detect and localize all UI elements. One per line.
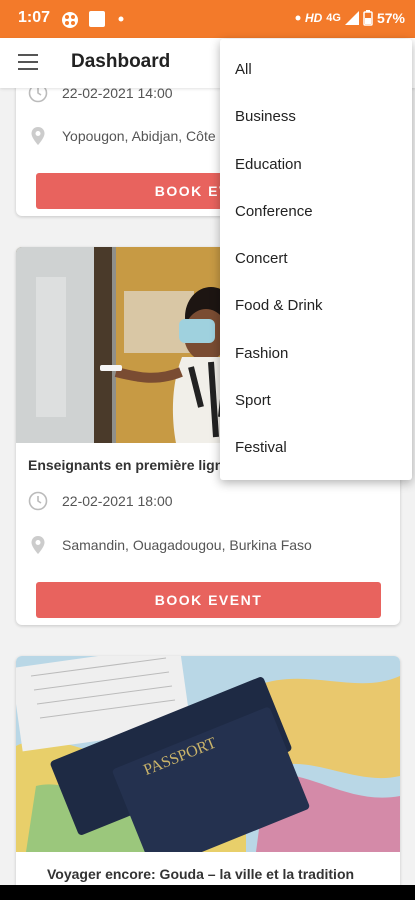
status-time: 1:07 xyxy=(18,9,51,26)
hamburger-menu-icon[interactable] xyxy=(18,54,38,70)
category-item-festival[interactable]: Festival xyxy=(235,439,287,456)
category-item-food-drink[interactable]: Food & Drink xyxy=(235,297,323,314)
event-date: 22-02-2021 14:00 xyxy=(62,88,173,101)
status-dot-icon xyxy=(295,15,301,21)
event-date-row: 22-02-2021 18:00 xyxy=(28,491,173,511)
event-title: Voyager encore: Gouda – la ville et la t… xyxy=(47,866,355,882)
location-pin-icon xyxy=(31,127,45,145)
event-location-row: Yopougon, Abidjan, Côte xyxy=(28,126,216,146)
event-location: Yopougon, Abidjan, Côte xyxy=(62,128,216,144)
event-card[interactable]: PASSPORT Voyager encore: Gouda – la vill… xyxy=(16,656,400,885)
category-item-education[interactable]: Education xyxy=(235,156,302,173)
category-item-fashion[interactable]: Fashion xyxy=(235,345,288,362)
category-item-sport[interactable]: Sport xyxy=(235,392,271,409)
category-item-concert[interactable]: Concert xyxy=(235,250,288,267)
location-pin-icon xyxy=(31,536,45,554)
network-indicator: 4G xyxy=(326,12,341,24)
clock-icon xyxy=(28,491,48,511)
page-title: Dashboard xyxy=(71,51,171,72)
event-title: Enseignants en première ligne xyxy=(28,457,232,473)
status-right: HD 4G 57% xyxy=(295,10,405,26)
event-date: 22-02-2021 18:00 xyxy=(62,493,173,509)
more-notifications-dot-icon xyxy=(118,16,124,22)
event-location: Samandin, Ouagadougou, Burkina Faso xyxy=(62,537,312,553)
hd-indicator: HD xyxy=(304,11,323,25)
category-item-business[interactable]: Business xyxy=(235,108,296,125)
book-event-button[interactable]: BOOK EVENT xyxy=(36,582,381,618)
clock-icon xyxy=(28,88,48,103)
app-notification-icon xyxy=(62,12,78,28)
gallery-notification-icon xyxy=(89,11,105,27)
category-item-conference[interactable]: Conference xyxy=(235,203,313,220)
category-dropdown-menu[interactable]: All Business Education Conference Concer… xyxy=(220,39,412,480)
event-image: PASSPORT xyxy=(16,656,400,852)
event-location-row: Samandin, Ouagadougou, Burkina Faso xyxy=(28,535,312,555)
status-bar: 1:07 HD 4G 57% xyxy=(0,0,415,38)
battery-percent: 57% xyxy=(376,10,405,26)
category-item-all[interactable]: All xyxy=(235,61,252,78)
signal-icon xyxy=(344,11,359,25)
event-date-row: 22-02-2021 14:00 xyxy=(28,88,173,103)
battery-icon xyxy=(363,10,373,26)
system-navigation-bar xyxy=(0,885,415,900)
